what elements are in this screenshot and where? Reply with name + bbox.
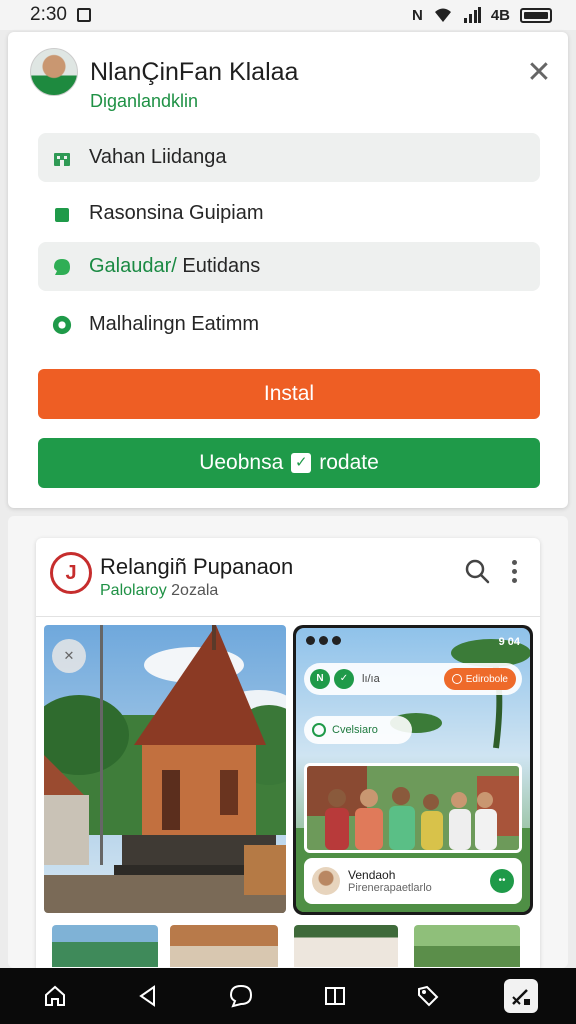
chat-bubble-icon[interactable] (224, 979, 258, 1013)
phone-check-icon[interactable]: ✓ (334, 669, 354, 689)
close-button[interactable]: ✕ (522, 56, 556, 90)
update-label-right: rodate (319, 451, 379, 474)
phone-pill-text: lı/ıa (362, 673, 380, 685)
install-card: NlanÇinFan Klalaa Diganlandklin ✕ Vahan … (8, 32, 568, 508)
building-icon (52, 148, 72, 168)
feed-subtitle-rest: 2ozala (166, 582, 219, 599)
chat-icon (52, 257, 72, 277)
phone-orange-pill[interactable]: Edirobole (443, 668, 516, 690)
divider (36, 616, 540, 617)
phone-tag-text: Cvelsiaro (332, 724, 378, 736)
menu-item-0[interactable]: Vahan Liidanga (38, 133, 540, 182)
thumbnail-person[interactable] (294, 925, 398, 967)
person-action-icon[interactable]: •• (490, 869, 514, 893)
check-icon: ✓ (291, 453, 312, 473)
location-icon (52, 315, 72, 335)
temple-photo[interactable]: ✕ (44, 625, 286, 913)
feed-subtitle-accent: Palolaroy (100, 582, 167, 599)
phone-status-text: 9 04 (498, 636, 520, 648)
status-time: 2:30 (30, 4, 67, 25)
menu-item-3[interactable]: Malhalingn Eatimm (38, 300, 540, 349)
person-icon (52, 204, 72, 224)
app-name: NlanÇinFan Klalaa (90, 58, 299, 86)
menu-item-1[interactable]: Rasonsina Guipiam (38, 189, 540, 238)
tag-ring-icon (312, 723, 326, 737)
update-label-left: Ueobnsa (199, 451, 284, 474)
person-name: Vendaoh (348, 868, 396, 882)
developer-name: Diganlandklin (90, 91, 199, 111)
back-icon[interactable] (131, 979, 165, 1013)
phone-tag-pill[interactable]: Cvelsiaro (304, 716, 412, 744)
menu-item-label: Eutidans (176, 255, 261, 277)
update-button[interactable]: Ueobnsa ✓ rodate (38, 438, 540, 488)
install-label: Instal (263, 382, 315, 405)
signal-text: 4B (490, 6, 510, 24)
phone-status-icons (306, 636, 341, 650)
install-button[interactable]: Instal (38, 369, 540, 419)
menu-item-label: Malhalingn Eatimm (89, 313, 260, 335)
signal-icon (463, 7, 481, 23)
menu-item-2[interactable]: Galaudar/ Eutidans (38, 242, 540, 291)
phone-orange-text: Edirobole (465, 673, 508, 685)
tag-icon[interactable] (411, 979, 445, 1013)
group-photo[interactable] (304, 763, 522, 853)
phone-status-bar: 9 04 (306, 636, 520, 650)
home-icon[interactable] (38, 979, 72, 1013)
battery-icon (520, 7, 552, 23)
phone-pill-row[interactable]: N ✓ lı/ıa Edirobole (304, 663, 522, 695)
menu-item-accent: Galaudar/ (89, 255, 177, 277)
screenshot-icon (76, 8, 91, 22)
thumbnail-house[interactable] (170, 925, 278, 967)
person-card[interactable]: Vendaoh Pirenerapaetlarlo •• (304, 858, 522, 904)
feed-subtitle: Palolaroy 2ozala (100, 582, 218, 600)
status-bar: 2:30 N 4B (0, 0, 576, 30)
search-icon[interactable] (462, 556, 492, 586)
edit-image-icon[interactable] (504, 979, 539, 1013)
developer-avatar (30, 48, 78, 96)
phone-screen: 9 04 N ✓ lı/ıa Edirobole Cvelsiaro Venda… (296, 628, 530, 912)
feed-title: Relangiñ Pupanaon (100, 554, 294, 579)
menu-item-label: Vahan Liidanga (89, 146, 227, 168)
phone-nav-icon[interactable]: N (310, 669, 330, 689)
thumbnail-village[interactable] (414, 925, 520, 967)
navigation-bar (0, 968, 576, 1024)
person-subtitle: Pirenerapaetlarlo (348, 882, 432, 894)
nfc-icon: N (411, 6, 423, 24)
refresh-icon (451, 674, 462, 684)
channel-logo-icon: J (50, 552, 92, 594)
person-avatar (312, 867, 340, 895)
wifi-icon (434, 8, 451, 22)
more-options-icon[interactable] (502, 556, 526, 586)
play-icon[interactable]: ✕ (52, 639, 86, 673)
phone-preview[interactable]: 9 04 N ✓ lı/ıa Edirobole Cvelsiaro Venda… (293, 625, 533, 915)
book-icon[interactable] (318, 979, 352, 1013)
menu-item-label: Rasonsina Guipiam (89, 202, 264, 224)
thumbnail-river[interactable] (52, 925, 158, 967)
